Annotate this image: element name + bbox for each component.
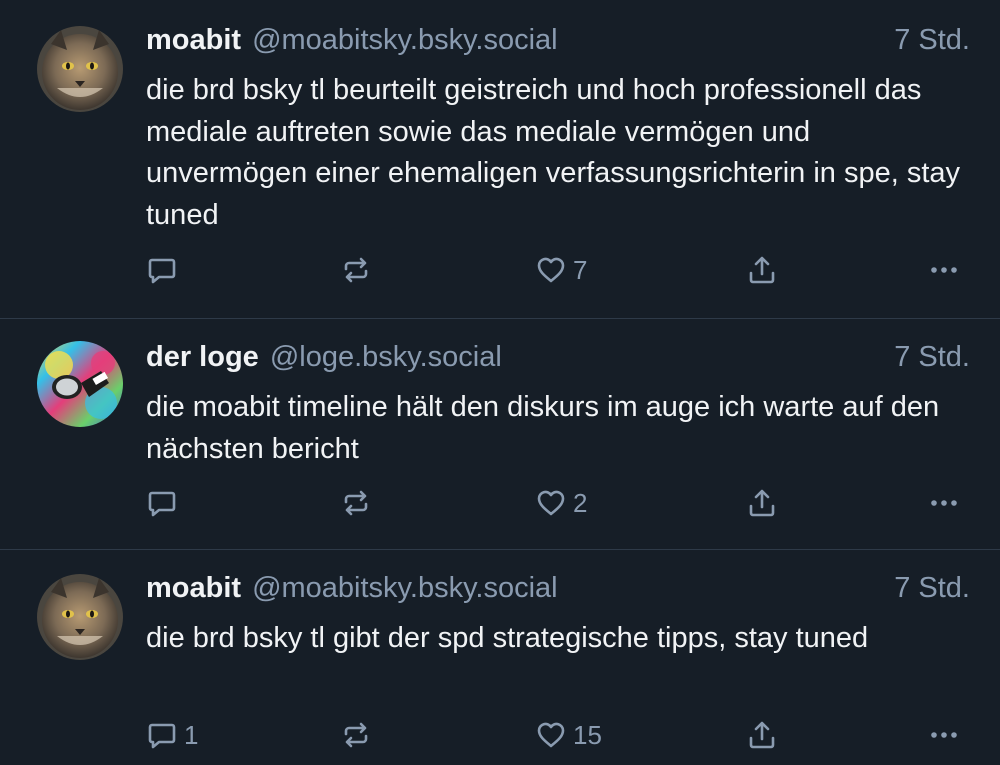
like-count: 7: [573, 254, 588, 285]
feed-post[interactable]: der loge @loge.bsky.social 7 Std. die mo…: [0, 318, 1000, 549]
post-header: moabit @moabitsky.bsky.social 7 Std.: [146, 572, 970, 612]
like-button[interactable]: 15: [535, 717, 602, 753]
repost-arrows-icon: [340, 487, 372, 519]
author-name[interactable]: moabit: [146, 572, 241, 605]
more-options-button[interactable]: [928, 252, 960, 288]
repost-button[interactable]: [340, 717, 378, 753]
like-count: 2: [573, 487, 588, 518]
post-actions: 1 15: [146, 717, 970, 753]
post-timestamp[interactable]: 7 Std.: [894, 572, 970, 605]
share-button[interactable]: [746, 485, 778, 521]
feed: moabit @moabitsky.bsky.social 7 Std. die…: [0, 0, 1000, 765]
reply-button[interactable]: [146, 485, 184, 521]
ellipsis-icon: [928, 719, 960, 751]
like-count: 15: [573, 719, 602, 750]
post-header: moabit @moabitsky.bsky.social 7 Std.: [146, 24, 970, 64]
share-upload-icon: [746, 254, 778, 286]
share-upload-icon: [746, 487, 778, 519]
repost-arrows-icon: [340, 719, 372, 751]
ellipsis-icon: [928, 487, 960, 519]
ellipsis-icon: [928, 254, 960, 286]
reply-button[interactable]: [146, 252, 184, 288]
reply-count: 1: [184, 719, 199, 750]
more-options-button[interactable]: [928, 717, 960, 753]
more-options-button[interactable]: [928, 485, 960, 521]
lynx-avatar[interactable]: [37, 574, 123, 660]
feed-post[interactable]: moabit @moabitsky.bsky.social 7 Std. die…: [0, 0, 1000, 318]
author-handle[interactable]: @moabitsky.bsky.social: [252, 24, 558, 57]
speech-bubble-icon: [146, 487, 178, 519]
post-actions: 7: [146, 252, 970, 288]
share-button[interactable]: [746, 252, 778, 288]
post-text: die brd bsky tl beurteilt geistreich und…: [146, 74, 961, 231]
speech-bubble-icon: [146, 254, 178, 286]
heart-icon: [535, 487, 567, 519]
post-header: der loge @loge.bsky.social 7 Std.: [146, 341, 970, 381]
colorful-sunglasses-avatar[interactable]: [37, 341, 123, 427]
reply-button[interactable]: 1: [146, 717, 198, 753]
author-handle[interactable]: @loge.bsky.social: [270, 341, 502, 374]
author-name[interactable]: der loge: [146, 341, 259, 374]
heart-icon: [535, 719, 567, 751]
post-text: die moabit timeline hält den diskurs im …: [146, 391, 940, 465]
lynx-avatar[interactable]: [37, 26, 123, 112]
feed-post[interactable]: moabit @moabitsky.bsky.social 7 Std. die…: [0, 549, 1000, 765]
post-actions: 2: [146, 485, 970, 521]
repost-arrows-icon: [340, 254, 372, 286]
speech-bubble-icon: [146, 719, 178, 751]
repost-button[interactable]: [340, 485, 378, 521]
post-timestamp[interactable]: 7 Std.: [894, 341, 970, 374]
share-upload-icon: [746, 719, 778, 751]
author-name[interactable]: moabit: [146, 24, 241, 57]
like-button[interactable]: 7: [535, 252, 587, 288]
share-button[interactable]: [746, 717, 778, 753]
heart-icon: [535, 254, 567, 286]
post-text: die brd bsky tl gibt der spd strategisch…: [146, 622, 869, 654]
like-button[interactable]: 2: [535, 485, 587, 521]
author-handle[interactable]: @moabitsky.bsky.social: [252, 572, 558, 605]
post-timestamp[interactable]: 7 Std.: [894, 24, 970, 57]
repost-button[interactable]: [340, 252, 378, 288]
